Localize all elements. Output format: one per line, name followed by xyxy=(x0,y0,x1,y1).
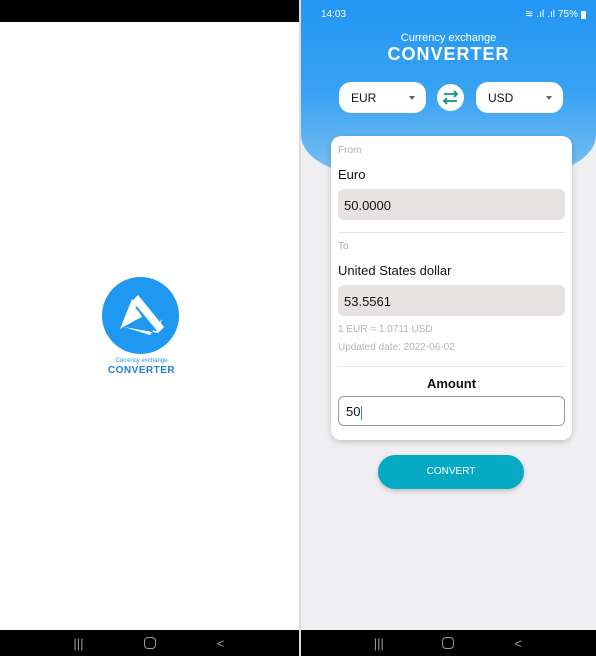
from-currency-value: EUR xyxy=(351,91,377,105)
swap-currencies-button[interactable] xyxy=(437,84,464,111)
chevron-down-icon xyxy=(546,96,552,100)
signal-icon: .ıl xyxy=(536,9,545,20)
exchange-rate: 1 EUR = 1.0711 USD xyxy=(338,324,433,335)
from-label: From xyxy=(338,145,362,156)
recents-button[interactable]: ||| xyxy=(367,636,391,651)
battery-percent: 75% xyxy=(557,9,578,20)
app-subtitle: Currency exchange xyxy=(400,32,497,44)
splash-screen: Currency exchange CONVERTER ||| < xyxy=(0,0,299,656)
chevron-down-icon xyxy=(409,96,415,100)
status-bar: 14:03 ≋ .ıl .ıl 75% xyxy=(301,0,596,22)
logo-subtitle: Currency exchange xyxy=(115,358,168,364)
status-icons: ≋ .ıl .ıl 75% xyxy=(525,9,586,20)
amount-label: Amount xyxy=(426,376,477,391)
amount-value: 50 xyxy=(346,404,361,419)
recents-button[interactable]: ||| xyxy=(67,636,91,651)
from-currency-name: Euro xyxy=(338,167,366,182)
converter-screen: 14:03 ≋ .ıl .ıl 75% Currency exchange CO… xyxy=(301,0,596,656)
convert-button[interactable]: CONVERT xyxy=(378,455,524,489)
navigation-bar: ||| < xyxy=(301,630,596,656)
to-currency-name: United States dollar xyxy=(338,263,452,278)
home-button[interactable] xyxy=(442,637,455,649)
divider xyxy=(338,232,565,233)
home-button[interactable] xyxy=(143,637,156,649)
status-time: 14:03 xyxy=(321,9,347,20)
amount-input[interactable]: 50 xyxy=(338,396,565,426)
battery-icon xyxy=(581,10,586,19)
swap-arrows-icon xyxy=(442,90,459,105)
to-value: 53.5561 xyxy=(338,285,565,316)
from-currency-select[interactable]: EUR xyxy=(339,82,426,113)
conversion-card: From Euro 50.0000 To United States dolla… xyxy=(331,136,572,440)
logo-title: CONVERTER xyxy=(107,365,176,376)
updated-date: Updated date: 2022-06-02 xyxy=(338,342,455,353)
back-button[interactable]: < xyxy=(506,636,530,651)
to-currency-value: USD xyxy=(488,91,514,105)
wifi-icon: ≋ xyxy=(525,9,534,20)
to-currency-select[interactable]: USD xyxy=(476,82,563,113)
text-cursor xyxy=(361,405,363,420)
navigation-bar: ||| < xyxy=(0,630,299,656)
app-title: CONVERTER xyxy=(387,44,510,64)
divider xyxy=(338,366,565,367)
from-value: 50.0000 xyxy=(338,189,565,220)
status-bar xyxy=(0,0,299,22)
signal-icon: .ıl xyxy=(547,9,555,20)
back-button[interactable]: < xyxy=(209,636,233,651)
to-label: To xyxy=(338,241,349,252)
app-logo-icon xyxy=(102,277,179,354)
